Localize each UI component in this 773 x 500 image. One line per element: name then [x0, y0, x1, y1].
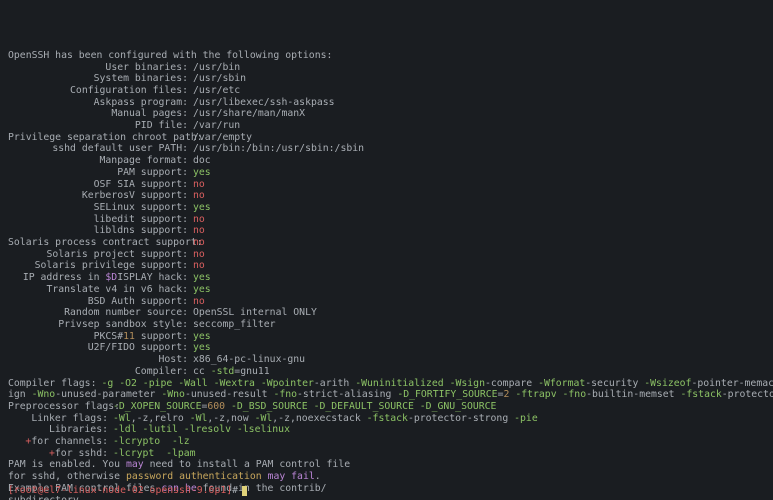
config-value: no [188, 249, 205, 261]
sshd-libs-row: +for sshd:-lcrypt -lpam [8, 448, 773, 460]
config-label: Privilege separation chroot path: [8, 132, 188, 144]
config-label: Configuration files: [8, 85, 188, 97]
config-row: Configuration files:/usr/etc [8, 85, 773, 97]
linker-flags-row: Linker flags:-Wl,-z,relro -Wl,-z,now -Wl… [8, 413, 773, 425]
config-label: libldns support: [8, 225, 188, 237]
config-value: yes [188, 331, 211, 343]
config-label: PAM support: [8, 167, 188, 179]
config-row: PID file:/var/run [8, 120, 773, 132]
shell-prompt[interactable]: [root@el7-linux-node-02 openssh-9.6p1]# [8, 485, 247, 497]
config-value: doc [188, 155, 211, 167]
config-row: Manpage format:doc [8, 155, 773, 167]
output-line: for sshd, otherwise password authenticat… [8, 471, 773, 483]
config-row: User binaries:/usr/bin [8, 62, 773, 74]
config-label: System binaries: [8, 73, 188, 85]
config-row: Solaris project support:no [8, 249, 773, 261]
terminal-output: OpenSSH has been configured with the fol… [8, 50, 773, 500]
config-row: Solaris process contract support:no [8, 237, 773, 249]
config-row: Askpass program:/usr/libexec/ssh-askpass [8, 97, 773, 109]
config-label: Askpass program: [8, 97, 188, 109]
config-label: KerberosV support: [8, 190, 188, 202]
channels-row: +for channels:-lcrypto -lz [8, 436, 773, 448]
config-value: /usr/etc [188, 85, 240, 97]
config-value: /usr/sbin [188, 73, 246, 85]
config-row: libedit support:no [8, 214, 773, 226]
config-label: libedit support: [8, 214, 188, 226]
config-row: PKCS#11 support:yes [8, 331, 773, 343]
config-label: Random number source: [8, 307, 188, 319]
config-value: yes [188, 167, 211, 179]
config-row: Translate v4 in v6 hack:yes [8, 284, 773, 296]
config-row: SELinux support:yes [8, 202, 773, 214]
compiler-flags-row: Compiler flags:-g -O2 -pipe -Wall -Wextr… [8, 378, 773, 390]
config-row: Random number source:OpenSSL internal ON… [8, 307, 773, 319]
config-row: PAM support:yes [8, 167, 773, 179]
config-value: no [188, 190, 205, 202]
cursor [242, 486, 247, 496]
config-label: Solaris project support: [8, 249, 188, 261]
config-value: /var/empty [188, 132, 252, 144]
config-value: yes [188, 284, 211, 296]
config-value: /usr/bin [188, 62, 240, 74]
preprocessor-flags-row: Preprocessor flags:-D_XOPEN_SOURCE=600 -… [8, 401, 773, 413]
config-row: System binaries:/usr/sbin [8, 73, 773, 85]
output-line: ign -Wno-unused-parameter -Wno-unused-re… [8, 389, 773, 401]
libraries-row: Libraries:-ldl -lutil -lresolv -lselinux [8, 424, 773, 436]
config-value: yes [188, 202, 211, 214]
config-row: U2F/FIDO support:yes [8, 342, 773, 354]
config-value: no [188, 260, 205, 272]
config-label: User binaries: [8, 62, 188, 74]
config-value: /var/run [188, 120, 240, 132]
config-row: OSF SIA support:no [8, 179, 773, 191]
config-value: /usr/libexec/ssh-askpass [188, 97, 335, 109]
config-label: U2F/FIDO support: [8, 342, 188, 354]
output-line: PAM is enabled. You may need to install … [8, 459, 773, 471]
config-value: no [188, 296, 205, 308]
config-value: yes [188, 342, 211, 354]
config-row: KerberosV support:no [8, 190, 773, 202]
config-label: OSF SIA support: [8, 179, 188, 191]
config-label: BSD Auth support: [8, 296, 188, 308]
config-value: no [188, 237, 205, 249]
config-value: yes [188, 272, 211, 284]
config-row: Privilege separation chroot path:/var/em… [8, 132, 773, 144]
config-label: SELinux support: [8, 202, 188, 214]
config-label: Manual pages: [8, 108, 188, 120]
config-label: sshd default user PATH: [8, 143, 188, 155]
config-row: Privsep sandbox style:seccomp_filter [8, 319, 773, 331]
config-row: IP address in $DISPLAY hack:yes [8, 272, 773, 284]
config-label: Solaris privilege support: [8, 260, 188, 272]
config-label: IP address in $DISPLAY hack: [8, 272, 188, 284]
config-label: Solaris process contract support: [8, 237, 188, 249]
prompt-text: [root@el7-linux-node-02 openssh-9.6p1] [8, 485, 232, 497]
config-label: Privsep sandbox style: [8, 319, 188, 331]
compiler-row: Compiler:cc -std=gnu11 [8, 366, 773, 378]
config-row: Solaris privilege support:no [8, 260, 773, 272]
config-row: Manual pages:/usr/share/man/manX [8, 108, 773, 120]
config-row: sshd default user PATH:/usr/bin:/bin:/us… [8, 143, 773, 155]
config-value: no [188, 214, 205, 226]
config-value: /usr/bin:/bin:/usr/sbin:/sbin [188, 143, 364, 155]
config-label: Translate v4 in v6 hack: [8, 284, 188, 296]
config-value: no [188, 225, 205, 237]
config-label: PID file: [8, 120, 188, 132]
config-label: PKCS#11 support: [8, 331, 188, 343]
config-row: BSD Auth support:no [8, 296, 773, 308]
config-value: no [188, 179, 205, 191]
config-value: /usr/share/man/manX [188, 108, 305, 120]
host-row: Host:x86_64-pc-linux-gnu [8, 354, 773, 366]
output-line: OpenSSH has been configured with the fol… [8, 50, 773, 62]
config-label: Manpage format: [8, 155, 188, 167]
prompt-hash: # [232, 485, 238, 497]
config-value: OpenSSL internal ONLY [188, 307, 317, 319]
config-value: seccomp_filter [188, 319, 276, 331]
config-row: libldns support:no [8, 225, 773, 237]
